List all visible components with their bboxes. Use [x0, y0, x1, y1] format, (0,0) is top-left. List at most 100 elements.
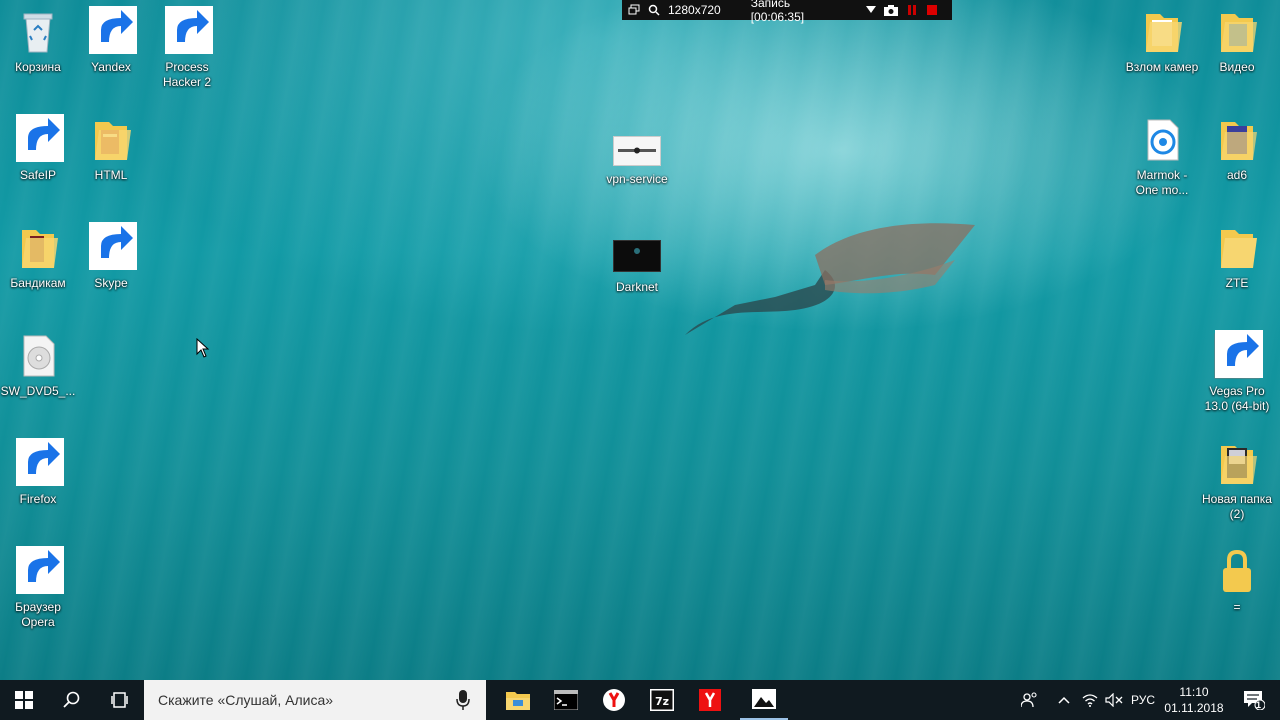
shortcut-arrow-icon: [16, 114, 64, 162]
desktop-icon-trash[interactable]: Корзина: [0, 8, 76, 75]
opera-icon: [14, 546, 64, 596]
start-button[interactable]: [0, 680, 48, 720]
desktop-icon-label: Yandex: [91, 60, 131, 74]
desktop-icon-label: Process Hacker 2: [162, 60, 212, 89]
zoom-icon[interactable]: [648, 4, 660, 16]
desktop-icon-skype[interactable]: S Skype: [73, 222, 149, 291]
desktop-icon-opera[interactable]: Браузер Opera: [0, 546, 76, 630]
desktop-icon-vpn-service[interactable]: vpn-service: [599, 136, 675, 187]
desktop-icon-html[interactable]: HTML: [73, 116, 149, 183]
image-thumbnail-icon: [613, 136, 661, 166]
show-hidden-icons-button[interactable]: [1052, 680, 1076, 720]
desktop-icon-label: vpn-service: [606, 172, 668, 186]
taskbar-yandex[interactable]: [686, 680, 734, 720]
taskbar-7zip[interactable]: 7z: [638, 680, 686, 720]
clock-date: 01.11.2018: [1164, 701, 1224, 715]
desktop-icon-ad6[interactable]: ad6: [1199, 116, 1275, 183]
folder-icon: [1213, 116, 1261, 164]
yandex-icon: [699, 689, 721, 711]
photos-icon: [752, 689, 776, 709]
desktop-icon-lock[interactable]: =: [1199, 548, 1275, 615]
desktop-icon-label: Бандикам: [10, 276, 66, 290]
window-mode-icon[interactable]: [628, 4, 640, 16]
folder-icon: [87, 116, 135, 164]
chevron-up-icon: [1058, 696, 1070, 704]
image-thumbnail-icon: [613, 240, 661, 272]
desktop-icon-bandicam[interactable]: Бандикам: [0, 224, 76, 291]
shortcut-arrow-icon: [16, 438, 64, 486]
desktop-icon-label: Взлом камер: [1125, 60, 1199, 74]
desktop-icon-zte[interactable]: ZTE: [1199, 224, 1275, 291]
camera-icon[interactable]: [884, 4, 898, 16]
shortcut-arrow-icon: [89, 222, 137, 270]
windows-logo-icon: [15, 691, 33, 709]
file-explorer-icon: [506, 692, 530, 710]
folder-icon: [14, 224, 62, 272]
desktop-icon-darknet[interactable]: Darknet: [599, 240, 675, 295]
desktop-icon-vzlom-kamer[interactable]: Взлом камер: [1124, 8, 1200, 75]
desktop-icon-new-folder[interactable]: Новая папка (2): [1199, 440, 1275, 522]
clock[interactable]: 11:10 01.11.2018: [1162, 680, 1226, 720]
search-button[interactable]: [48, 680, 96, 720]
desktop-icon-dvd[interactable]: SW_DVD5_...: [0, 332, 76, 399]
dropdown-icon[interactable]: [866, 6, 876, 14]
task-view-button[interactable]: [96, 680, 144, 720]
volume-button[interactable]: [1102, 680, 1126, 720]
taskbar-file-explorer[interactable]: [494, 680, 542, 720]
pause-icon[interactable]: [906, 4, 918, 16]
search-icon: [63, 691, 80, 708]
desktop-icon-label: =: [1233, 600, 1241, 614]
desktop-icon-label: Marmok - One mo...: [1135, 168, 1189, 197]
skype-icon: S: [87, 222, 137, 272]
taskbar: Скажите «Слушай, Алиса» 7z РУС 11:10 01.…: [0, 680, 1280, 720]
screen-recorder-bar: 1280x720 Запись [00:06:35]: [622, 0, 952, 24]
desktop-icon-label: HTML: [94, 168, 128, 182]
media-file-icon: [1138, 116, 1186, 164]
action-center-button[interactable]: 1: [1234, 680, 1274, 720]
yandex-browser-icon: [603, 689, 625, 711]
mouse-cursor-icon: [196, 338, 210, 358]
desktop-icon-label: ZTE: [1225, 276, 1249, 290]
microphone-icon[interactable]: [456, 690, 470, 710]
svg-text:7z: 7z: [655, 695, 669, 708]
stop-icon[interactable]: [926, 4, 938, 16]
desktop-icon-safeip[interactable]: SafeIP: [0, 114, 76, 183]
volume-muted-icon: [1105, 693, 1123, 707]
desktop-icon-marmok[interactable]: Marmok - One mo...: [1124, 116, 1200, 198]
recycle-bin-icon: [14, 8, 62, 56]
taskbar-photos[interactable]: [740, 680, 788, 720]
desktop-icon-label: Skype: [94, 276, 128, 290]
desktop-icon-label: SW_DVD5_...: [0, 384, 76, 398]
wallpaper-light-rays: [0, 0, 1280, 680]
desktop-icon-label: Darknet: [615, 280, 659, 294]
search-placeholder: Скажите «Слушай, Алиса»: [158, 692, 334, 708]
taskbar-yandex-browser[interactable]: [590, 680, 638, 720]
disc-image-file-icon: [14, 332, 62, 380]
firefox-icon: [14, 438, 64, 488]
network-button[interactable]: [1078, 680, 1102, 720]
desktop-icon-firefox[interactable]: Firefox: [0, 438, 76, 507]
shortcut-arrow-icon: [89, 6, 137, 54]
alice-search-box[interactable]: Скажите «Слушай, Алиса»: [144, 680, 486, 720]
safeip-icon: [14, 114, 64, 164]
desktop-icon-video[interactable]: Видео: [1199, 8, 1275, 75]
notification-count: 1: [1256, 700, 1262, 710]
desktop-icon-label: Firefox: [19, 492, 57, 506]
desktop-icon-label: SafeIP: [19, 168, 57, 182]
desktop-icon-label: ad6: [1226, 168, 1248, 182]
folder-icon: [1213, 8, 1261, 56]
taskbar-command-prompt[interactable]: [542, 680, 590, 720]
desktop-icon-vegas-pro[interactable]: Vegas Pro 13.0 (64-bit): [1199, 330, 1275, 414]
people-icon: [1021, 692, 1037, 708]
recorder-status: Запись [00:06:35]: [750, 0, 805, 24]
people-button[interactable]: [1016, 680, 1044, 720]
7zip-icon: 7z: [650, 689, 674, 711]
desktop-icon-label: Корзина: [15, 60, 61, 74]
input-language[interactable]: РУС: [1128, 680, 1158, 720]
desktop-icon-label: Браузер Opera: [15, 600, 61, 629]
command-prompt-icon: [554, 690, 578, 710]
task-view-icon: [111, 692, 128, 708]
desktop-icon-process-hacker[interactable]: Process Hacker 2: [149, 6, 225, 90]
desktop-icon-yandex[interactable]: Yandex: [73, 6, 149, 75]
lock-icon: [1213, 548, 1261, 596]
